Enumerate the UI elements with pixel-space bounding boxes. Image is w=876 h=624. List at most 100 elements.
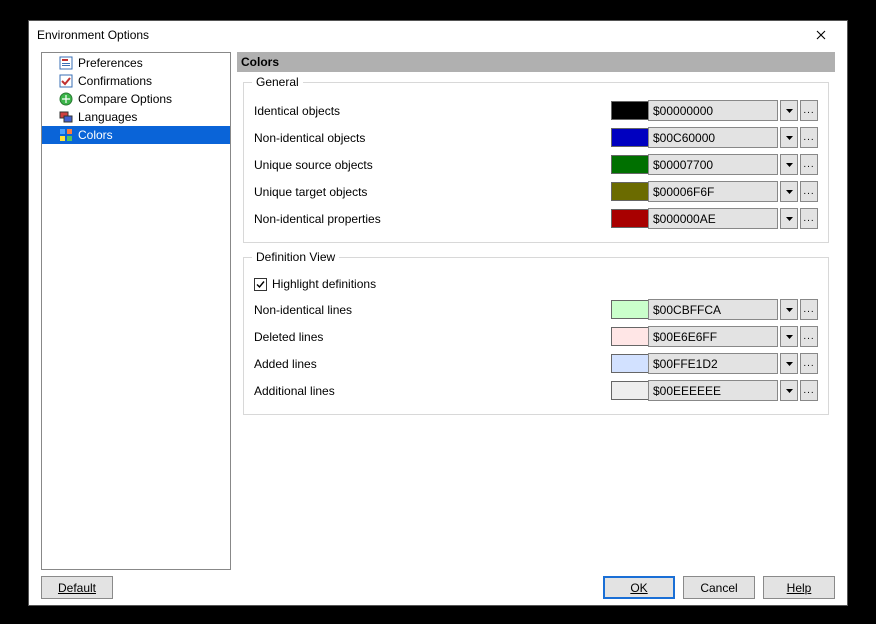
color-row-identical-objects: Identical objects $00000000... (254, 97, 818, 124)
color-value-field[interactable]: $000000AE (648, 208, 778, 229)
color-swatch[interactable] (611, 381, 649, 400)
color-row-additional-lines: Additional lines $00EEEEEE... (254, 377, 818, 404)
chevron-down-icon (786, 335, 793, 339)
color-swatch[interactable] (611, 209, 649, 228)
color-dropdown-button[interactable] (780, 353, 798, 374)
color-dropdown-button[interactable] (780, 208, 798, 229)
tree-item-label: Confirmations (78, 74, 152, 88)
color-more-button[interactable]: ... (800, 326, 818, 347)
color-row-non-identical-properties: Non-identical properties $000000AE... (254, 205, 818, 232)
color-value-field[interactable]: $00FFE1D2 (648, 353, 778, 374)
color-row-label: Non-identical properties (254, 212, 611, 226)
confirmations-icon (58, 73, 74, 89)
color-dropdown-button[interactable] (780, 154, 798, 175)
tree-item-label: Compare Options (78, 92, 172, 106)
color-swatch[interactable] (611, 354, 649, 373)
button-label: Help (787, 581, 812, 595)
cancel-button[interactable]: Cancel (683, 576, 755, 599)
color-row-label: Additional lines (254, 384, 611, 398)
help-button[interactable]: Help (763, 576, 835, 599)
chevron-down-icon (786, 217, 793, 221)
close-button[interactable] (801, 23, 841, 47)
chevron-down-icon (786, 109, 793, 113)
color-row-unique-target-objects: Unique target objects $00006F6F... (254, 178, 818, 205)
color-row-label: Deleted lines (254, 330, 611, 344)
color-value-field[interactable]: $00EEEEEE (648, 380, 778, 401)
tree-item-colors[interactable]: Colors (42, 126, 230, 144)
color-swatch[interactable] (611, 155, 649, 174)
compare-icon (58, 91, 74, 107)
check-icon (255, 279, 266, 290)
colors-icon (58, 127, 74, 143)
color-swatch[interactable] (611, 182, 649, 201)
chevron-down-icon (786, 389, 793, 393)
dialog-window: Environment Options Preferences Confirma… (28, 20, 848, 606)
color-value-field[interactable]: $00CBFFCA (648, 299, 778, 320)
tree-item-label: Languages (78, 110, 137, 124)
panel-title: Colors (237, 52, 835, 72)
chevron-down-icon (786, 163, 793, 167)
color-value-field[interactable]: $00C60000 (648, 127, 778, 148)
color-more-button[interactable]: ... (800, 181, 818, 202)
color-value-field[interactable]: $00006F6F (648, 181, 778, 202)
color-dropdown-button[interactable] (780, 127, 798, 148)
color-dropdown-button[interactable] (780, 100, 798, 121)
color-more-button[interactable]: ... (800, 353, 818, 374)
chevron-down-icon (786, 308, 793, 312)
color-row-label: Unique target objects (254, 185, 611, 199)
checkbox-label: Highlight definitions (272, 277, 376, 291)
color-more-button[interactable]: ... (800, 154, 818, 175)
dialog-body: Preferences Confirmations Compare Option… (29, 48, 847, 570)
group-title: General (252, 75, 303, 89)
color-value-field[interactable]: $00007700 (648, 154, 778, 175)
color-more-button[interactable]: ... (800, 127, 818, 148)
color-row-deleted-lines: Deleted lines $00E6E6FF... (254, 323, 818, 350)
color-dropdown-button[interactable] (780, 181, 798, 202)
color-dropdown-button[interactable] (780, 380, 798, 401)
color-row-added-lines: Added lines $00FFE1D2... (254, 350, 818, 377)
tree-item-languages[interactable]: Languages (42, 108, 230, 126)
tree-item-compare[interactable]: Compare Options (42, 90, 230, 108)
color-row-non-identical-lines: Non-identical lines $00CBFFCA... (254, 296, 818, 323)
color-dropdown-button[interactable] (780, 326, 798, 347)
window-title: Environment Options (37, 28, 149, 42)
color-more-button[interactable]: ... (800, 208, 818, 229)
color-row-label: Added lines (254, 357, 611, 371)
color-more-button[interactable]: ... (800, 100, 818, 121)
color-row-label: Unique source objects (254, 158, 611, 172)
color-swatch[interactable] (611, 300, 649, 319)
nav-tree: Preferences Confirmations Compare Option… (41, 52, 231, 570)
button-label: Cancel (700, 581, 737, 595)
color-row-label: Non-identical lines (254, 303, 611, 317)
color-more-button[interactable]: ... (800, 380, 818, 401)
color-value-field[interactable]: $00E6E6FF (648, 326, 778, 347)
button-label: Default (58, 581, 96, 595)
color-row-non-identical-objects: Non-identical objects $00C60000... (254, 124, 818, 151)
highlight-definitions-row: Highlight definitions (254, 272, 818, 296)
highlight-definitions-checkbox[interactable] (254, 278, 267, 291)
color-swatch[interactable] (611, 128, 649, 147)
preferences-icon (58, 55, 74, 71)
color-row-label: Identical objects (254, 104, 611, 118)
tree-item-preferences[interactable]: Preferences (42, 54, 230, 72)
color-value-field[interactable]: $00000000 (648, 100, 778, 121)
color-row-unique-source-objects: Unique source objects $00007700... (254, 151, 818, 178)
tree-item-confirmations[interactable]: Confirmations (42, 72, 230, 90)
color-more-button[interactable]: ... (800, 299, 818, 320)
color-swatch[interactable] (611, 327, 649, 346)
color-swatch[interactable] (611, 101, 649, 120)
color-row-label: Non-identical objects (254, 131, 611, 145)
tree-item-label: Preferences (78, 56, 143, 70)
default-button[interactable]: Default (41, 576, 113, 599)
ok-button[interactable]: OK (603, 576, 675, 599)
chevron-down-icon (786, 190, 793, 194)
chevron-down-icon (786, 136, 793, 140)
tree-item-label: Colors (78, 128, 113, 142)
languages-icon (58, 109, 74, 125)
group-title: Definition View (252, 250, 339, 264)
group-general: General Identical objects$00000000...Non… (243, 82, 829, 243)
button-label: OK (630, 581, 647, 595)
dialog-footer: Default OK Cancel Help (29, 570, 847, 605)
color-dropdown-button[interactable] (780, 299, 798, 320)
group-definition-view: Definition View Highlight definitions No… (243, 257, 829, 415)
